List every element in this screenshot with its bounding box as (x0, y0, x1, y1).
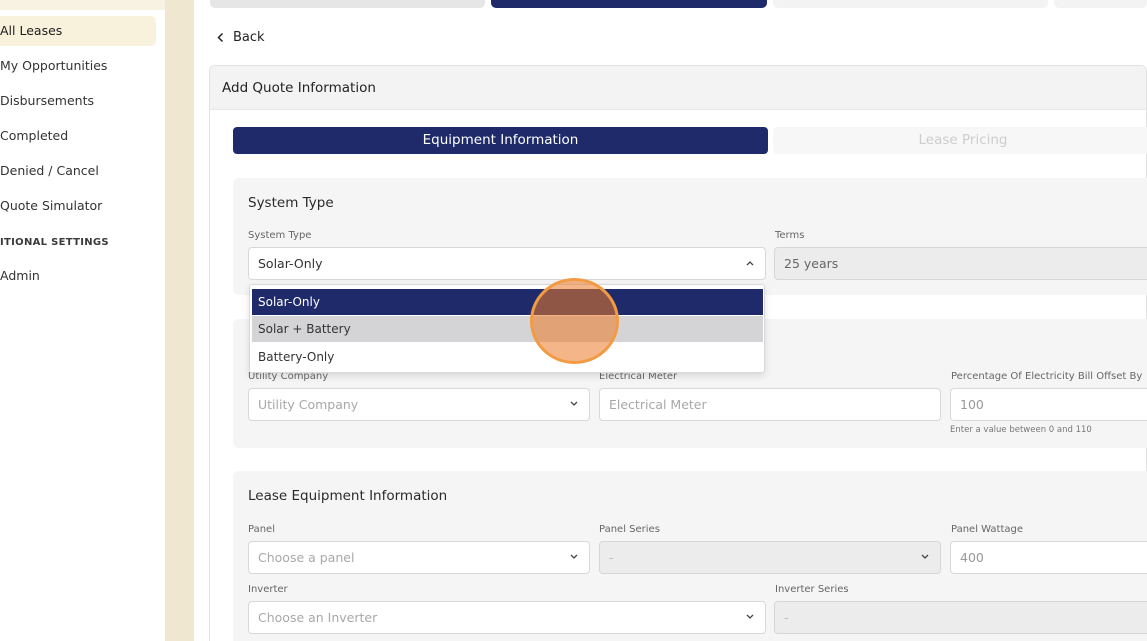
panel-wattage-value: 400 (960, 550, 984, 565)
back-label: Back (233, 30, 265, 45)
chevron-up-icon (746, 261, 754, 266)
sidebar-item-quote-simulator[interactable]: Quote Simulator (0, 198, 102, 213)
terms-label: Terms (775, 230, 805, 241)
panel-label: Panel (248, 524, 275, 535)
electrical-meter-placeholder: Electrical Meter (609, 397, 707, 412)
inverter-series-value: - (784, 610, 789, 625)
terms-value: 25 years (784, 256, 839, 271)
sidebar-item-denied-cancel[interactable]: Denied / Cancel (0, 163, 99, 178)
chevron-left-icon (217, 32, 224, 43)
panel-placeholder: Choose a panel (258, 550, 355, 565)
card-header: Add Quote Information (210, 66, 1146, 110)
offset-hint: Enter a value between 0 and 110 (950, 425, 1092, 435)
offset-value: 100 (960, 397, 984, 412)
lease-equipment-section: Lease Equipment Information Panel Choose… (233, 471, 1147, 641)
panel-series-select: - (599, 541, 941, 574)
option-battery-only[interactable]: Battery-Only (252, 344, 763, 370)
offset-input[interactable]: 100 (950, 388, 1147, 421)
click-indicator (530, 278, 619, 364)
sidebar-item-admin[interactable]: Admin (0, 268, 40, 283)
inverter-series-label: Inverter Series (775, 584, 849, 595)
inverter-series-field: - (774, 601, 1147, 634)
top-tab-1[interactable] (210, 0, 485, 8)
top-tabs (194, 0, 1147, 8)
system-type-dropdown: Solar-Only Solar + Battery Battery-Only (249, 284, 765, 373)
top-tab-2[interactable] (491, 0, 767, 8)
panel-series-value: - (609, 550, 614, 565)
sidebar-item-completed[interactable]: Completed (0, 128, 68, 143)
sidebar-item-disbursements[interactable]: Disbursements (0, 93, 94, 108)
sidebar-item-all-leases[interactable]: All Leases (0, 16, 156, 46)
sidebar-top-strip (0, 0, 165, 10)
sidebar-section-label: ITIONAL SETTINGS (0, 237, 109, 248)
terms-field: 25 years (774, 247, 1147, 280)
utility-company-placeholder: Utility Company (258, 397, 359, 412)
chevron-down-icon (570, 401, 578, 406)
system-type-value: Solar-Only (258, 256, 323, 271)
system-type-section: System Type System Type Solar-Only Terms… (233, 178, 1147, 295)
back-button[interactable]: Back (216, 30, 265, 45)
system-type-label: System Type (248, 230, 312, 241)
panel-series-label: Panel Series (599, 524, 660, 535)
system-type-select[interactable]: Solar-Only (248, 247, 766, 280)
inverter-label: Inverter (248, 584, 288, 595)
card-title: Add Quote Information (222, 80, 376, 96)
sidebar: All Leases My Opportunities Disbursement… (0, 0, 165, 641)
electrical-meter-input[interactable]: Electrical Meter (599, 388, 941, 421)
inverter-placeholder: Choose an Inverter (258, 610, 378, 625)
step-equipment-information[interactable]: Equipment Information (233, 127, 768, 154)
chevron-down-icon (746, 614, 754, 619)
panel-wattage-input[interactable]: 400 (950, 541, 1147, 574)
panel-wattage-label: Panel Wattage (951, 524, 1024, 535)
utility-company-select[interactable]: Utility Company (248, 388, 590, 421)
panel-select[interactable]: Choose a panel (248, 541, 590, 574)
top-tab-3[interactable] (773, 0, 1048, 8)
lease-equipment-title: Lease Equipment Information (248, 488, 448, 504)
top-tab-4[interactable] (1054, 0, 1147, 8)
chevron-down-icon (570, 554, 578, 559)
step-lease-pricing[interactable]: Lease Pricing (773, 127, 1147, 154)
offset-label: Percentage Of Electricity Bill Offset By (951, 371, 1143, 382)
inverter-select[interactable]: Choose an Inverter (248, 601, 766, 634)
option-solar-only[interactable]: Solar-Only (252, 289, 763, 315)
sidebar-item-my-opportunities[interactable]: My Opportunities (0, 58, 107, 73)
chevron-down-icon (921, 554, 929, 559)
option-solar-battery[interactable]: Solar + Battery (252, 316, 763, 342)
system-type-title: System Type (248, 195, 334, 211)
